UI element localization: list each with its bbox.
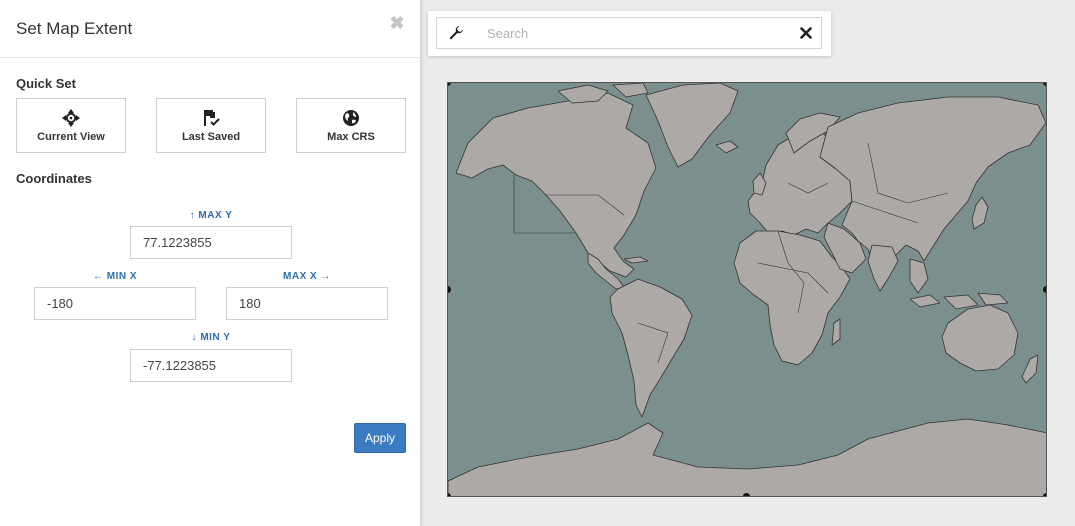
panel-header: Set Map Extent ✖	[0, 0, 421, 58]
max-y-label: ↑ MAX Y	[189, 210, 233, 221]
india-landmass	[867, 244, 899, 292]
world-map	[448, 83, 1046, 496]
quick-set-heading: Quick Set	[16, 76, 76, 91]
extent-handle-bottom-left[interactable]	[448, 493, 451, 496]
south-america-landmass	[609, 278, 693, 418]
max-y-input[interactable]	[130, 226, 292, 259]
madagascar-landmass	[831, 318, 841, 346]
close-icon[interactable]	[798, 25, 814, 41]
search-input[interactable]	[475, 17, 822, 49]
extent-handle-bottom[interactable]	[743, 493, 750, 496]
greenland-landmass	[645, 83, 739, 168]
max-x-label: MAX X →	[283, 271, 331, 282]
extent-handle-top-right[interactable]	[1043, 83, 1046, 86]
map-view[interactable]	[447, 82, 1047, 497]
max-crs-button[interactable]: Max CRS	[296, 98, 406, 153]
current-view-button[interactable]: Current View	[16, 98, 126, 153]
max-x-input[interactable]	[226, 287, 388, 320]
min-x-label: ← MIN X	[92, 271, 138, 282]
crosshair-move-icon	[17, 109, 125, 127]
southeast-asia-landmass	[909, 258, 929, 294]
new-zealand-landmass	[1021, 354, 1039, 384]
apply-button[interactable]: Apply	[354, 423, 406, 453]
antarctica-landmass	[448, 418, 1046, 496]
max-crs-label: Max CRS	[327, 131, 375, 143]
current-view-label: Current View	[37, 131, 105, 143]
close-icon[interactable]: ✖	[388, 13, 406, 33]
extent-handle-bottom-right[interactable]	[1043, 493, 1046, 496]
panel-title: Set Map Extent	[16, 19, 133, 38]
australia-landmass	[941, 304, 1019, 372]
iceland-landmass	[715, 140, 739, 154]
last-saved-label: Last Saved	[181, 131, 241, 143]
extent-handle-right[interactable]	[1043, 286, 1046, 293]
japan-landmass	[971, 196, 989, 230]
extent-panel: Set Map Extent ✖ Quick Set Current View …	[0, 0, 421, 526]
caribbean-islands	[623, 256, 649, 264]
min-x-input[interactable]	[34, 287, 196, 320]
north-america-landmass	[455, 92, 657, 278]
last-saved-button[interactable]: Last Saved	[156, 98, 266, 153]
coordinates-heading: Coordinates	[16, 171, 92, 186]
min-y-input[interactable]	[130, 349, 292, 382]
search-bar	[428, 11, 831, 56]
globe-icon	[297, 109, 405, 127]
wrench-icon[interactable]	[436, 17, 476, 49]
flag-check-icon	[157, 109, 265, 127]
min-y-label: ↓ MIN Y	[191, 332, 231, 343]
